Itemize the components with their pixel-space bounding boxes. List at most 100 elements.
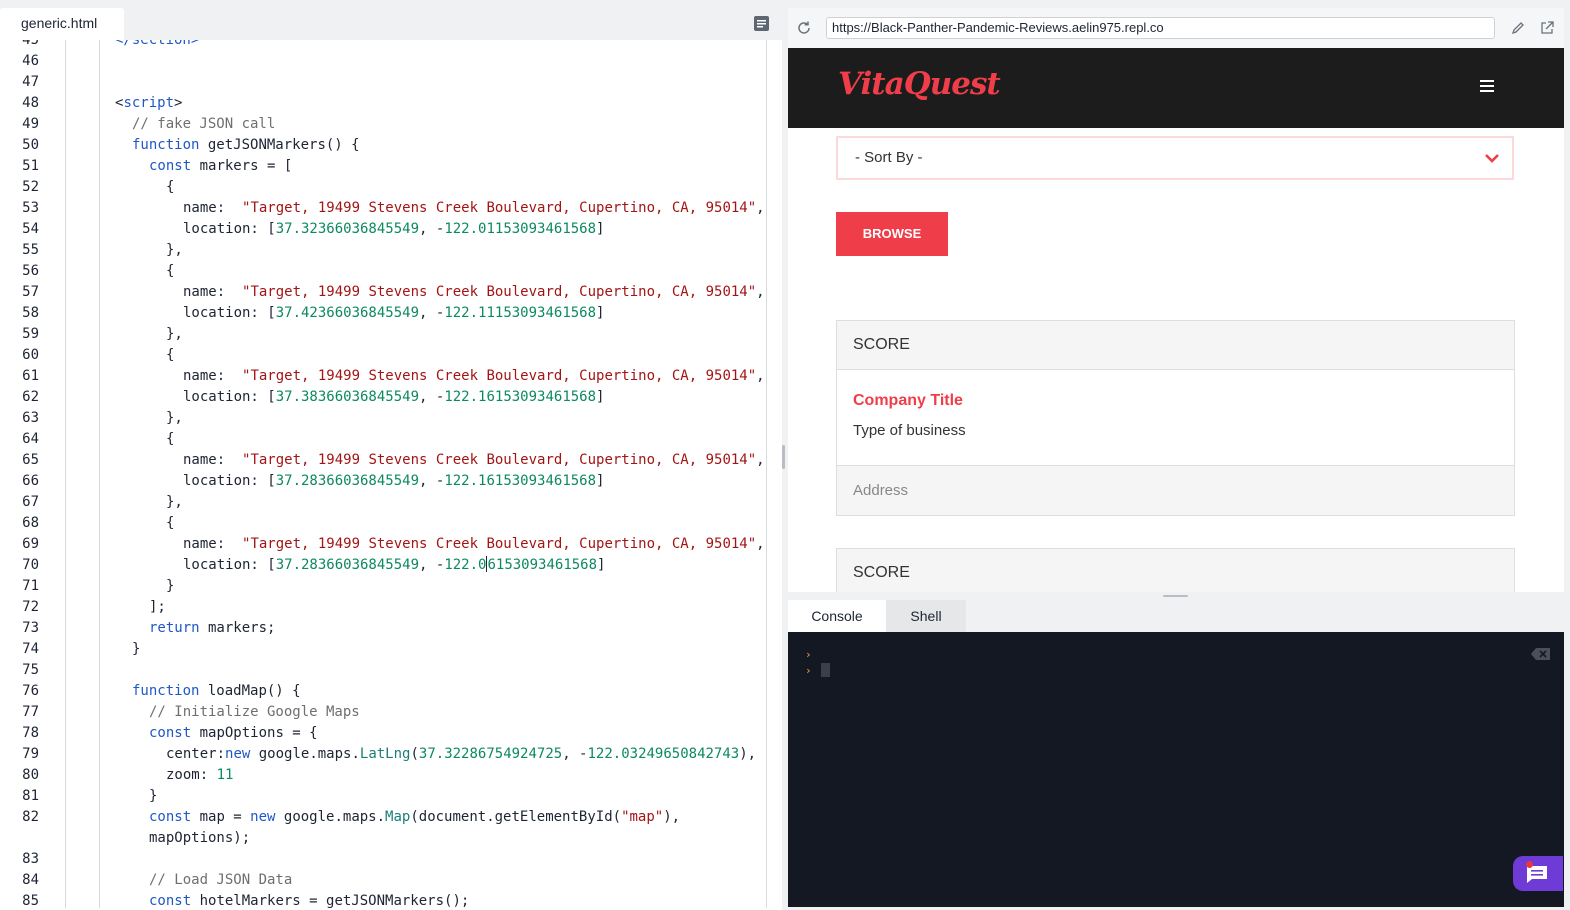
code-line[interactable]: 80 zoom: 11 (0, 765, 770, 786)
site-content: VitaQuest - Sort By - BROWSE SCORE Compa… (788, 48, 1564, 592)
line-number: 79 (22, 746, 39, 762)
edit-pencil-icon[interactable] (1510, 20, 1526, 36)
code-line[interactable]: 48 <script> (0, 93, 770, 114)
code-text: // Initialize Google Maps (149, 702, 360, 723)
tab-console[interactable]: Console (788, 600, 886, 632)
line-number: 74 (22, 641, 39, 657)
code-line[interactable]: 82 const map = new google.maps.Map(docume… (0, 807, 770, 849)
code-line[interactable]: 67}, (0, 492, 770, 513)
code-line[interactable]: 54 location: [37.32366036845549, -122.011… (0, 219, 770, 240)
console-input-cursor[interactable] (821, 663, 830, 677)
code-line[interactable]: 73 return markers; (0, 618, 770, 639)
url-input[interactable]: https://Black-Panther-Pandemic-Reviews.a… (826, 17, 1495, 39)
code-line[interactable]: 81} (0, 786, 770, 807)
code-line[interactable]: 85 const hotelMarkers = getJSONMarkers(); (0, 891, 770, 908)
code-line[interactable]: 78 const mapOptions = { (0, 723, 770, 744)
code-token: location: [ (183, 473, 276, 489)
code-token: // fake JSON call (132, 116, 276, 132)
clear-console-icon[interactable] (1531, 648, 1550, 660)
editor-settings-icon[interactable] (753, 15, 770, 32)
pane-resize-handle-horizontal[interactable] (1163, 595, 1188, 597)
code-token: , (756, 284, 765, 300)
code-line[interactable]: 55}, (0, 240, 770, 261)
card-company-title[interactable]: Company Title (853, 392, 1514, 410)
code-token: ]; (149, 599, 166, 615)
code-token: } (149, 788, 158, 804)
code-line[interactable]: 62 location: [37.38366036845549, -122.161… (0, 387, 770, 408)
code-line[interactable]: 59}, (0, 324, 770, 345)
code-token: } (132, 641, 141, 657)
code-line[interactable]: 69 name: "Target, 19499 Stevens Creek Bou… (0, 534, 770, 555)
code-line[interactable]: 66 location: [37.28366036845549, -122.161… (0, 471, 770, 492)
code-line[interactable]: 61 name: "Target, 19499 Stevens Creek Bou… (0, 366, 770, 387)
line-number: 78 (22, 725, 39, 741)
open-new-tab-icon[interactable] (1539, 20, 1555, 36)
site-logo[interactable]: VitaQuest (838, 66, 1001, 102)
browse-button[interactable]: BROWSE (836, 212, 948, 256)
code-token: const (149, 158, 192, 174)
code-line[interactable]: 84 // Load JSON Data (0, 870, 770, 891)
code-line[interactable]: 79 center:new google.maps.LatLng(37.32286… (0, 744, 770, 765)
code-token: ( (410, 746, 419, 762)
code-line[interactable]: 49 // fake JSON call (0, 114, 770, 135)
code-token: { (166, 347, 175, 363)
line-number: 50 (22, 137, 39, 153)
chat-support-button[interactable] (1513, 856, 1563, 891)
file-tab-generic-html[interactable]: generic.html (0, 8, 124, 40)
code-line[interactable]: 77 // Initialize Google Maps (0, 702, 770, 723)
code-line[interactable]: 50 function getJSONMarkers() { (0, 135, 770, 156)
code-text: { (166, 345, 174, 366)
line-number: 53 (22, 200, 39, 216)
business-card[interactable]: SCORE Company Title Type of business Add… (836, 320, 1515, 516)
code-token: new (250, 809, 276, 825)
code-line[interactable]: 68 { (0, 513, 770, 534)
code-line[interactable]: 64 { (0, 429, 770, 450)
code-token: 37.32366036845549 (275, 221, 420, 237)
code-line[interactable]: 72]; (0, 597, 770, 618)
code-line[interactable]: 57 name: "Target, 19499 Stevens Creek Bou… (0, 282, 770, 303)
code-line[interactable]: 74} (0, 639, 770, 660)
code-line[interactable]: 52 { (0, 177, 770, 198)
code-line[interactable]: 71} (0, 576, 770, 597)
code-text: { (166, 429, 174, 450)
line-number: 70 (22, 557, 39, 573)
menu-hamburger-icon[interactable] (1480, 80, 1494, 92)
code-line[interactable]: 56 { (0, 261, 770, 282)
code-token: , - (419, 305, 445, 321)
code-line[interactable]: 75 (0, 660, 770, 681)
code-line[interactable]: 58 location: [37.42366036845549, -122.111… (0, 303, 770, 324)
code-line[interactable]: 63}, (0, 408, 770, 429)
code-line[interactable]: 51 const markers = [ (0, 156, 770, 177)
code-line[interactable]: 46 (0, 51, 770, 72)
sort-by-select[interactable]: - Sort By - (836, 136, 1514, 180)
code-token: }, (166, 410, 183, 426)
indent-guide (99, 40, 100, 908)
code-line[interactable]: 53 name: "Target, 19499 Stevens Creek Bou… (0, 198, 770, 219)
code-line[interactable]: 76 function loadMap() { (0, 681, 770, 702)
code-text: }, (166, 324, 183, 345)
tab-shell[interactable]: Shell (886, 600, 966, 632)
refresh-icon[interactable] (796, 20, 812, 36)
line-number: 69 (22, 536, 39, 552)
code-token: { (166, 179, 175, 195)
code-token: }, (166, 242, 183, 258)
code-text: function getJSONMarkers() { (132, 135, 360, 156)
code-line[interactable]: 47 (0, 72, 770, 93)
code-line[interactable]: 45 </section> (0, 40, 770, 51)
business-card[interactable]: SCORE (836, 548, 1515, 592)
code-token: google.maps. (275, 809, 386, 825)
line-number: 68 (22, 515, 39, 531)
code-token: 122.01153093461568 (444, 221, 597, 237)
editor-scrollbar-track[interactable] (766, 40, 767, 908)
code-line[interactable]: 60 { (0, 345, 770, 366)
console-output[interactable]: › › (788, 632, 1564, 907)
code-text: const map = new google.maps.Map(document… (149, 807, 680, 849)
line-number: 60 (22, 347, 39, 363)
code-line[interactable]: 83 (0, 849, 770, 870)
code-token: ), (739, 746, 757, 762)
code-token: location: [ (183, 389, 276, 405)
code-area[interactable]: 45 </section> 46 47 48 <script> 49// fake JSON… (0, 40, 770, 908)
code-line[interactable]: 70 location: [37.28366036845549, -122.061… (0, 555, 770, 576)
pane-resize-handle-vertical[interactable] (782, 445, 785, 469)
code-line[interactable]: 65 name: "Target, 19499 Stevens Creek Bou… (0, 450, 770, 471)
